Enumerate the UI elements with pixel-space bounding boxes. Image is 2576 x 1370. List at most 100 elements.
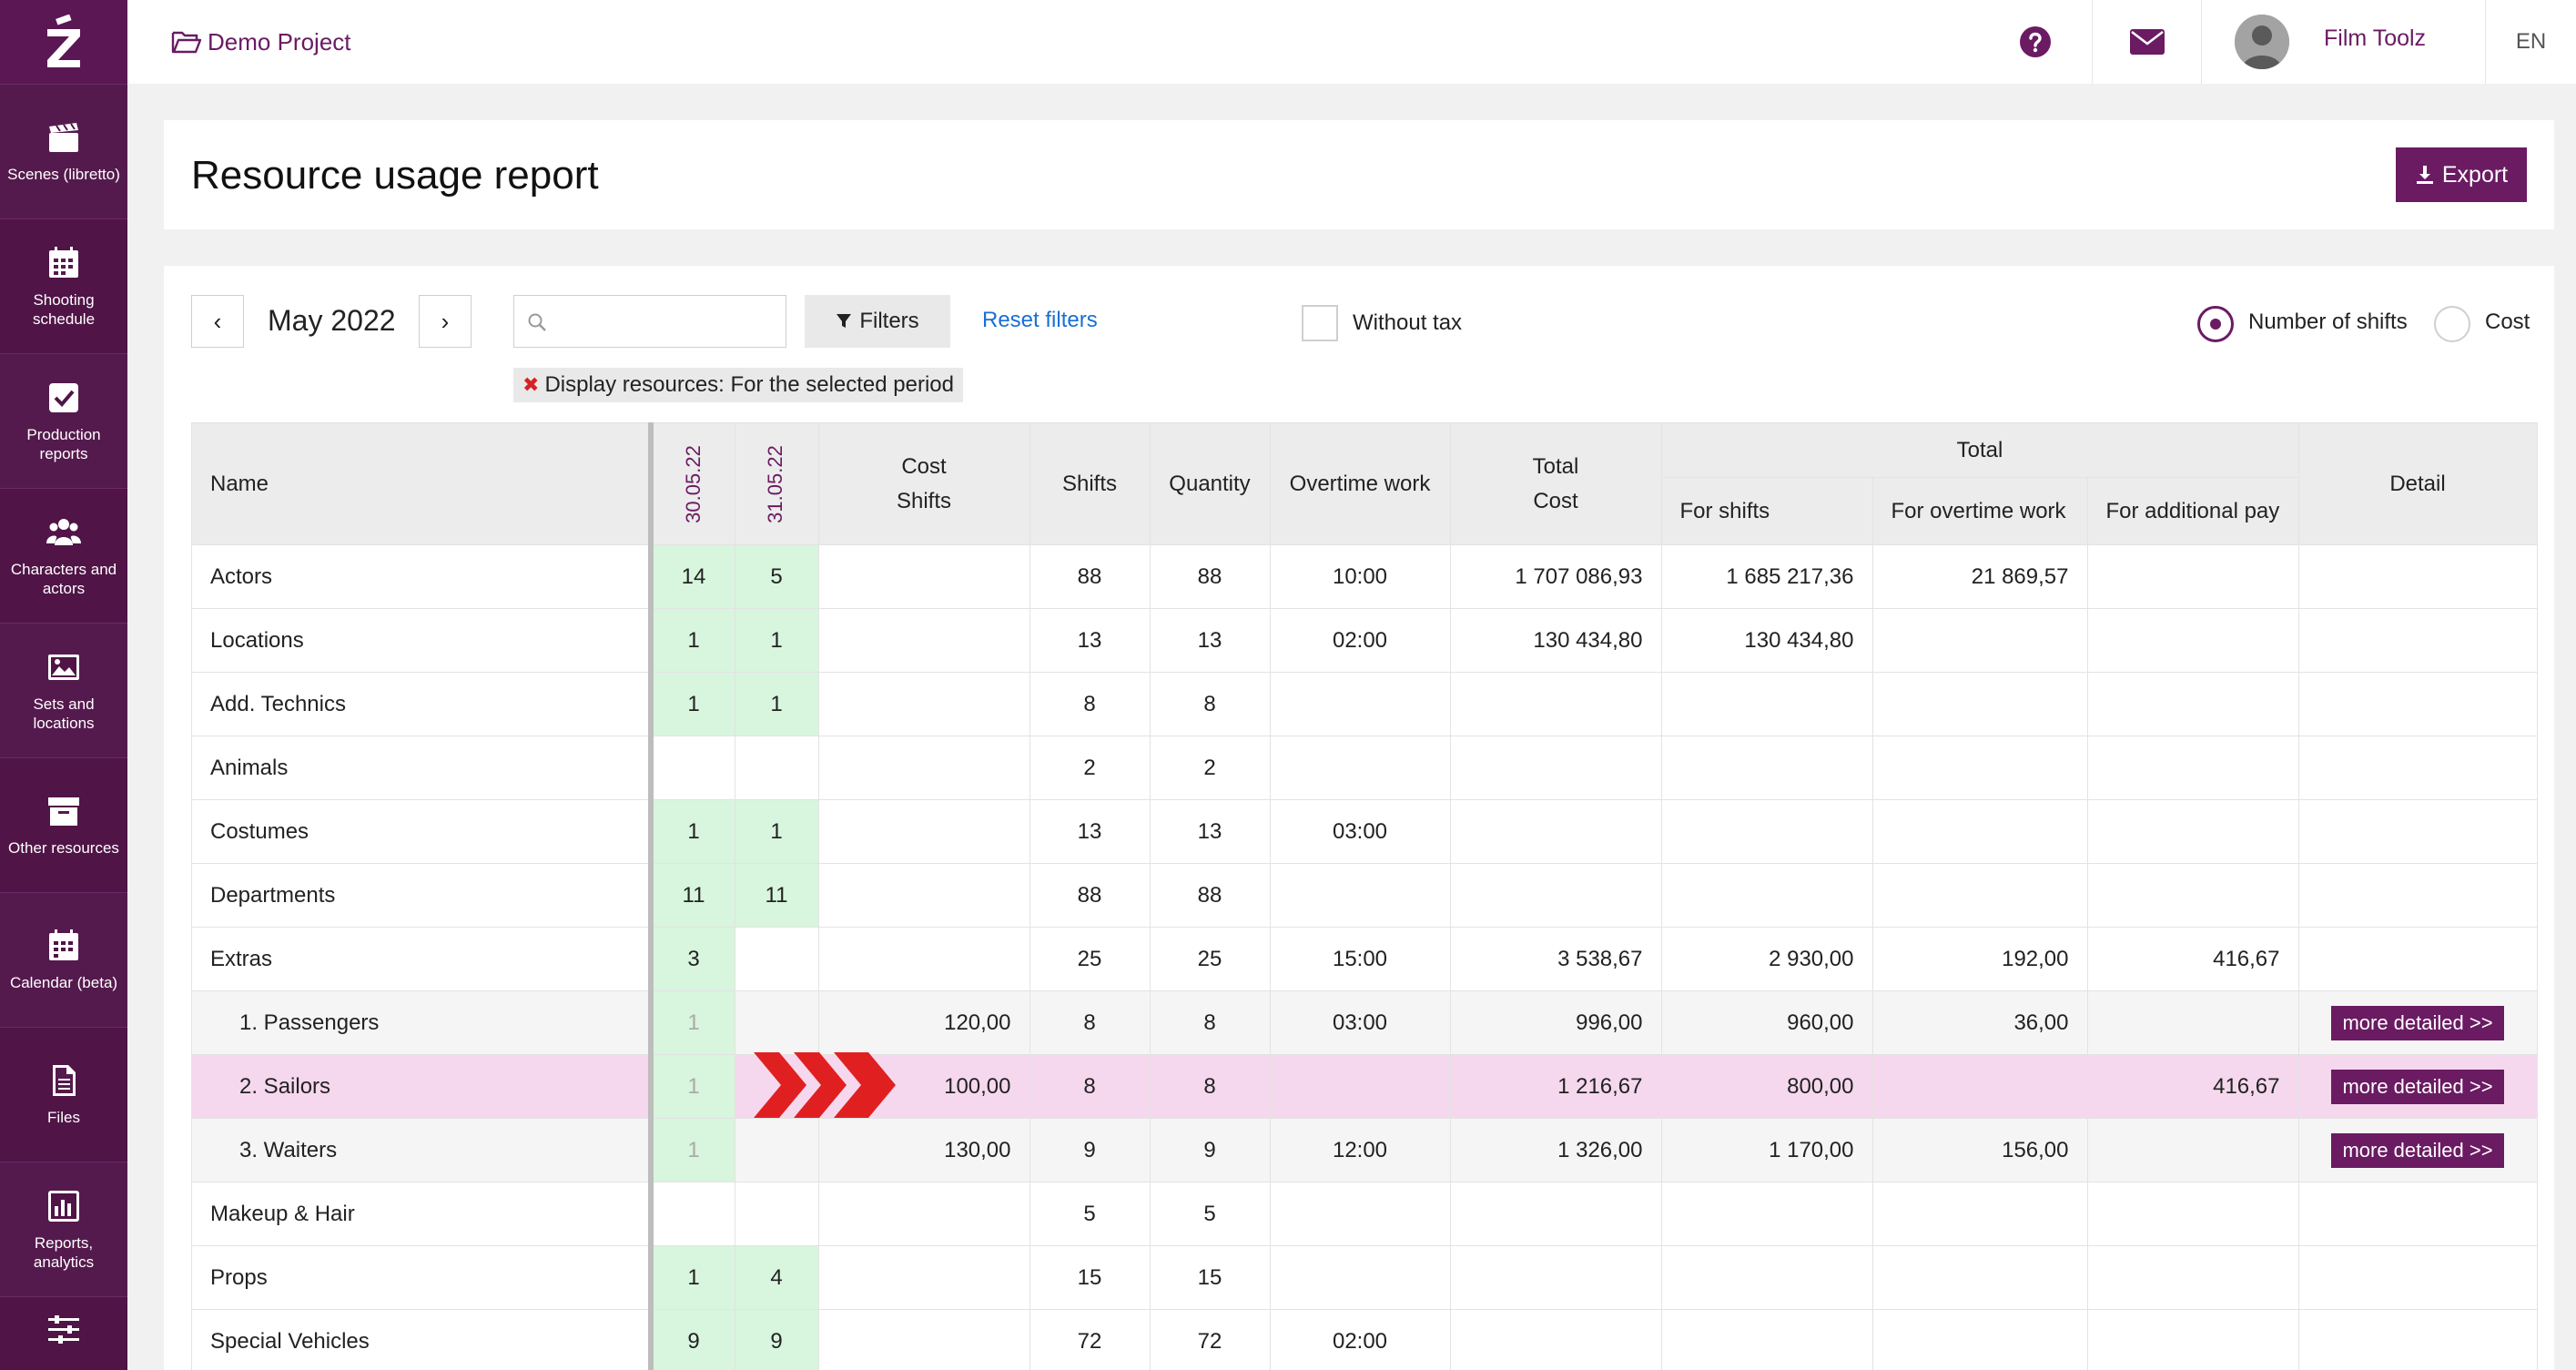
table-row[interactable]: Special Vehicles 9 9 72 72 02:00: [191, 1309, 2538, 1370]
cell-date-30-05: 1: [650, 672, 735, 736]
page-title: Resource usage report: [191, 153, 599, 198]
more-detailed-button[interactable]: more detailed >>: [2331, 1069, 2504, 1104]
cell-date-31-05: 9: [734, 1309, 819, 1370]
sidebar-item-label: Production reports: [26, 425, 101, 462]
table-row[interactable]: Locations 1 1 13 13 02:00 130 434,80 130 434,80: [191, 608, 2538, 673]
table-row[interactable]: Makeup & Hair 5 5: [191, 1182, 2538, 1246]
sidebar-item-files[interactable]: Files: [0, 1027, 127, 1162]
table-row[interactable]: Extras 3 25 25 15:00 3 538,67 2 930,00 192,00 41…: [191, 927, 2538, 991]
cell-date-31-05: 11: [734, 863, 819, 928]
cell-detail: more detailed >>: [2297, 1054, 2538, 1119]
cell-quantity: 88: [1149, 544, 1271, 609]
reset-filters-link[interactable]: Reset filters: [982, 308, 1098, 333]
cell-shifts: 5: [1029, 1182, 1151, 1246]
sidebar-item-settings[interactable]: [0, 1296, 127, 1370]
cell-date-30-05: 11: [650, 863, 735, 928]
sidebar-item-characters[interactable]: Characters and actors: [0, 488, 127, 623]
table-row[interactable]: Add. Technics 1 1 8 8: [191, 672, 2538, 736]
messages-button[interactable]: [2092, 0, 2201, 84]
sidebar-item-shooting-schedule[interactable]: Shooting schedule: [0, 218, 127, 353]
cell-overtime: 15:00: [1269, 927, 1451, 991]
cell-overtime: [1269, 1054, 1451, 1119]
cell-for-shifts: [1660, 736, 1873, 800]
search-field[interactable]: [513, 295, 786, 348]
search-input[interactable]: [554, 303, 773, 340]
sidebar-item-other-resources[interactable]: Other resources: [0, 757, 127, 892]
without-tax-checkbox[interactable]: [1302, 305, 1338, 341]
table-row[interactable]: 2. Sailors 1 100,00 8 8 1 216,67 800,00 416,67 m…: [191, 1054, 2538, 1119]
more-detailed-button[interactable]: more detailed >>: [2331, 1132, 2504, 1168]
sidebar-item-label: Shooting schedule: [32, 290, 96, 328]
sidebar-item-label: Scenes (libretto): [7, 166, 120, 183]
app-logo[interactable]: [0, 0, 127, 84]
question-circle-icon: [2020, 26, 2051, 57]
cell-cost-shifts: [817, 544, 1030, 609]
table-row[interactable]: Actors 14 5 88 88 10:00 1 707 086,93 1 685 217,…: [191, 544, 2538, 609]
cell-shifts: 2: [1029, 736, 1151, 800]
table-row[interactable]: Animals 2 2: [191, 736, 2538, 800]
table-row[interactable]: Props 1 4 15 15: [191, 1245, 2538, 1310]
resource-usage-table: Name 30.05.22 31.05.22 Cost Shifts Shift…: [191, 422, 2538, 1370]
sidebar-item-reports[interactable]: Reports, analytics: [0, 1162, 127, 1296]
cell-name: 1. Passengers: [191, 990, 654, 1055]
cell-for-additional: [2086, 608, 2299, 673]
table-row[interactable]: 1. Passengers 1 120,00 8 8 03:00 996,00 960,00 3…: [191, 990, 2538, 1055]
table-row[interactable]: Departments 11 11 88 88: [191, 863, 2538, 928]
filter-tag-value: For the selected period: [730, 372, 954, 397]
cost-radio[interactable]: [2434, 306, 2470, 342]
prev-month-button[interactable]: ‹: [191, 295, 244, 348]
file-icon: [53, 1065, 76, 1096]
remove-filter-icon[interactable]: ✖: [522, 373, 539, 397]
export-button[interactable]: Export: [2396, 147, 2527, 202]
cell-name: 3. Waiters: [191, 1118, 654, 1182]
cell-for-additional: 416,67: [2086, 927, 2299, 991]
more-detailed-button[interactable]: more detailed >>: [2331, 1005, 2504, 1040]
cell-overtime: 03:00: [1269, 799, 1451, 864]
col-header-line: Shifts: [896, 488, 952, 513]
cell-cost-shifts: [817, 799, 1030, 864]
user-menu[interactable]: Film Toolz: [2201, 0, 2485, 84]
cell-for-shifts: 1 685 217,36: [1660, 544, 1873, 609]
cell-cost-shifts: [817, 736, 1030, 800]
next-month-button[interactable]: ›: [419, 295, 472, 348]
table-row[interactable]: 3. Waiters 1 130,00 9 9 12:00 1 326,00 1 170,00…: [191, 1118, 2538, 1182]
cell-total-cost: [1449, 1182, 1662, 1246]
cell-for-overtime: 156,00: [1871, 1118, 2088, 1182]
cell-quantity: 5: [1149, 1182, 1271, 1246]
cell-for-additional: [2086, 544, 2299, 609]
month-label: May 2022: [268, 304, 396, 337]
cell-overtime: 12:00: [1269, 1118, 1451, 1182]
number-of-shifts-radio[interactable]: [2197, 306, 2234, 342]
cell-total-cost: 996,00: [1449, 990, 1662, 1055]
project-selector[interactable]: Demo Project: [171, 28, 351, 56]
cell-shifts: 8: [1029, 672, 1151, 736]
language-label: EN: [2515, 29, 2547, 54]
chart-icon: [48, 1190, 79, 1222]
language-switch[interactable]: EN: [2485, 0, 2576, 84]
chevron-right-icon: ›: [441, 307, 450, 335]
cell-for-additional: [2086, 990, 2299, 1055]
highlight-arrows-icon: [754, 1052, 896, 1118]
top-bar: Demo Project Film Toolz EN: [127, 0, 2576, 84]
help-button[interactable]: [1979, 0, 2092, 84]
cell-quantity: 2: [1149, 736, 1271, 800]
cell-date-31-05: 1: [734, 672, 819, 736]
clapperboard-icon: [49, 123, 78, 152]
col-header-for-overtime: For overtime work: [1871, 477, 2088, 545]
cell-for-overtime: [1871, 1309, 2088, 1370]
sidebar-item-scenes[interactable]: Scenes (libretto): [0, 84, 127, 218]
sidebar-item-sets[interactable]: Sets and locations: [0, 623, 127, 757]
col-header-name[interactable]: Name: [191, 422, 654, 545]
cell-overtime: [1269, 672, 1451, 736]
cell-detail: more detailed >>: [2297, 990, 2538, 1055]
table-row[interactable]: Costumes 1 1 13 13 03:00: [191, 799, 2538, 864]
sidebar-item-calendar[interactable]: Calendar (beta): [0, 892, 127, 1027]
cell-quantity: 25: [1149, 927, 1271, 991]
cell-shifts: 8: [1029, 990, 1151, 1055]
filters-button[interactable]: Filters: [805, 295, 950, 348]
cell-date-30-05: 1: [650, 799, 735, 864]
col-header-date-label: 31.05.22: [763, 444, 786, 523]
sidebar-item-production-reports[interactable]: Production reports: [0, 353, 127, 488]
col-header-for-additional: For additional pay: [2086, 477, 2299, 545]
cell-total-cost: [1449, 863, 1662, 928]
